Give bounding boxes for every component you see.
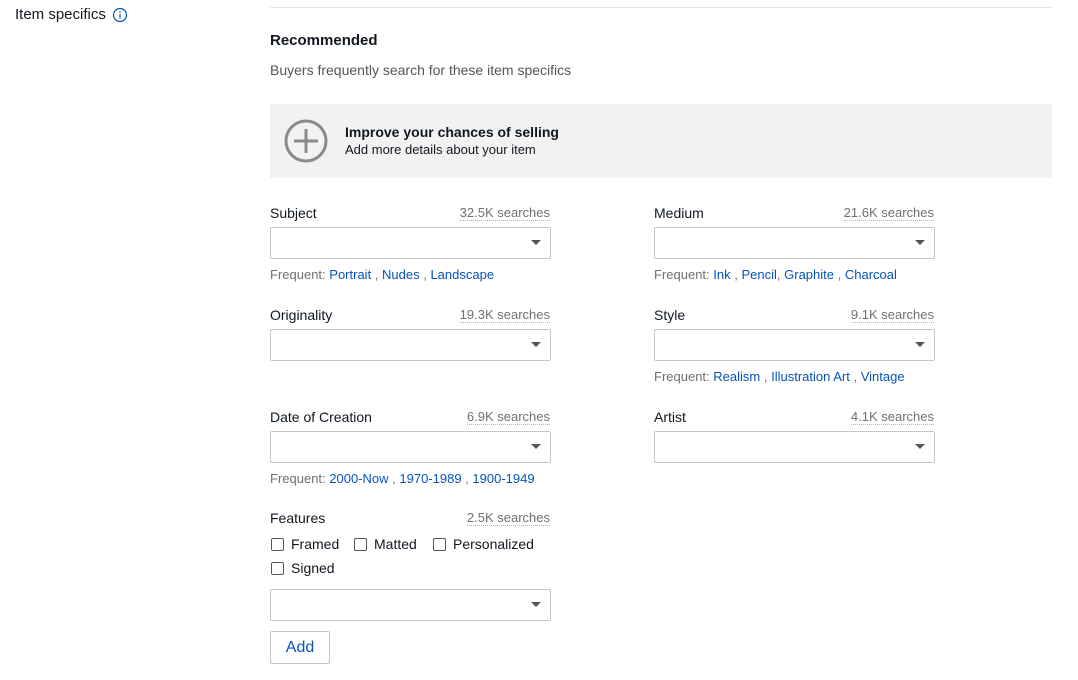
style-label: Style [654, 307, 686, 323]
medium-frequent-graphite[interactable]: Graphite [784, 267, 834, 282]
chevron-down-icon [531, 240, 541, 245]
add-button[interactable]: Add [270, 631, 330, 664]
style-frequent-illustration-art[interactable]: Illustration Art [771, 369, 850, 384]
subject-frequent: Frequent: Portrait , Nudes , Landscape [270, 267, 495, 282]
originality-search-count: 19.3K searches [459, 307, 550, 323]
checkbox-icon[interactable] [271, 561, 284, 575]
subject-frequent-portrait[interactable]: Portrait [329, 267, 371, 282]
features-search-count: 2.5K searches [466, 510, 550, 526]
chevron-down-icon [531, 444, 541, 449]
feature-signed-checkbox[interactable]: Signed [271, 560, 335, 576]
banner-title: Improve your chances of selling [345, 124, 559, 140]
date-frequent-1970-1989[interactable]: 1970-1989 [399, 471, 461, 486]
chevron-down-icon [915, 444, 925, 449]
medium-frequent-ink[interactable]: Ink [713, 267, 730, 282]
item-specifics-label: Item specifics [15, 6, 106, 23]
date-frequent-2000-now[interactable]: 2000-Now [329, 471, 388, 486]
banner-subtitle: Add more details about your item [345, 142, 536, 157]
originality-label: Originality [270, 307, 333, 323]
improve-selling-banner: Improve your chances of selling Add more… [270, 104, 1052, 178]
recommended-title: Recommended [270, 32, 378, 49]
medium-select[interactable] [654, 227, 935, 259]
medium-frequent: Frequent: Ink , Pencil, Graphite , Charc… [654, 267, 897, 282]
medium-label: Medium [654, 205, 704, 221]
chevron-down-icon [915, 342, 925, 347]
features-select[interactable] [270, 589, 551, 621]
originality-select[interactable] [270, 329, 551, 361]
checkbox-icon[interactable] [433, 537, 446, 551]
subject-label: Subject [270, 205, 317, 221]
artist-label: Artist [654, 409, 686, 425]
feature-matted-checkbox[interactable]: Matted [354, 536, 417, 552]
medium-frequent-charcoal[interactable]: Charcoal [845, 267, 897, 282]
style-frequent: Frequent: Realism , Illustration Art , V… [654, 369, 905, 384]
info-circle-icon[interactable] [112, 7, 128, 23]
subject-frequent-landscape[interactable]: Landscape [430, 267, 494, 282]
section-divider [270, 7, 1052, 8]
date-of-creation-frequent: Frequent: 2000-Now , 1970-1989 , 1900-19… [270, 471, 535, 486]
subject-frequent-nudes[interactable]: Nudes [382, 267, 420, 282]
checkbox-icon[interactable] [354, 537, 367, 551]
style-search-count: 9.1K searches [850, 307, 934, 323]
date-of-creation-select[interactable] [270, 431, 551, 463]
date-of-creation-label: Date of Creation [270, 409, 372, 425]
chevron-down-icon [531, 602, 541, 607]
style-frequent-realism[interactable]: Realism [713, 369, 760, 384]
feature-personalized-checkbox[interactable]: Personalized [433, 536, 534, 552]
checkbox-icon[interactable] [271, 537, 284, 551]
artist-search-count: 4.1K searches [850, 409, 934, 425]
recommended-subtitle: Buyers frequently search for these item … [270, 62, 572, 78]
features-field: Features 2.5K searches Framed Matted Per… [270, 510, 553, 625]
date-of-creation-search-count: 6.9K searches [466, 409, 550, 425]
artist-select[interactable] [654, 431, 935, 463]
subject-select[interactable] [270, 227, 551, 259]
features-label: Features [270, 510, 326, 526]
medium-search-count: 21.6K searches [843, 205, 934, 221]
chevron-down-icon [915, 240, 925, 245]
plus-circle-icon [284, 119, 328, 163]
style-select[interactable] [654, 329, 935, 361]
date-frequent-1900-1949[interactable]: 1900-1949 [472, 471, 534, 486]
medium-frequent-pencil[interactable]: Pencil [741, 267, 776, 282]
feature-framed-checkbox[interactable]: Framed [271, 536, 339, 552]
item-specifics-heading: Item specifics [15, 6, 128, 23]
subject-search-count: 32.5K searches [459, 205, 550, 221]
style-frequent-vintage[interactable]: Vintage [861, 369, 905, 384]
chevron-down-icon [531, 342, 541, 347]
